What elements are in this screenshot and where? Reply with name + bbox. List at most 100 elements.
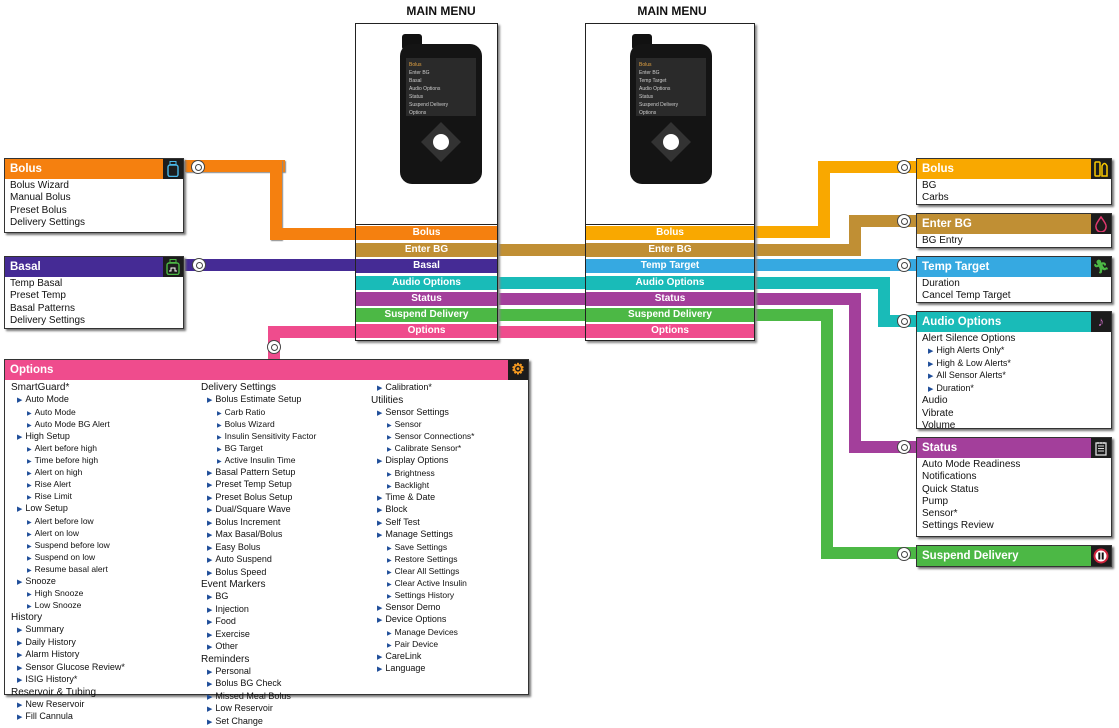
options-item[interactable]: Block [371,504,474,517]
options-item[interactable]: Missed Meal Bolus [201,691,316,704]
options-item[interactable]: Sensor Settings [371,407,474,420]
options-item[interactable]: High Setup [11,431,125,444]
list-item[interactable]: Volume [922,420,1106,432]
options-item[interactable]: Max Basal/Bolus [201,529,316,542]
options-item[interactable]: Sensor Demo [371,602,474,615]
options-item[interactable]: Manage Settings [371,529,474,542]
list-item[interactable]: BG [922,180,1106,192]
options-item[interactable]: Resume basal alert [11,564,125,576]
menu-item-status[interactable]: Status [356,292,497,306]
options-item[interactable]: Low Snooze [11,600,125,612]
options-item[interactable]: Calibration* [371,382,474,395]
options-item[interactable]: ISIG History* [11,674,125,687]
list-item[interactable]: Preset Bolus [10,205,178,217]
menu-item-enter-bg[interactable]: Enter BG [356,243,497,257]
options-item[interactable]: Brightness [371,468,474,480]
list-item[interactable]: Quick Status [922,484,1106,496]
options-item[interactable]: High Snooze [11,588,125,600]
options-item[interactable]: Restore Settings [371,554,474,566]
list-item[interactable]: All Sensor Alerts* [922,370,1106,383]
options-item[interactable]: New Reservoir [11,699,125,712]
options-item[interactable]: Fill Cannula [11,711,125,724]
options-item[interactable]: Food [201,616,316,629]
options-item[interactable]: Summary [11,624,125,637]
list-item[interactable]: Carbs [922,192,1106,204]
options-item[interactable]: Dual/Square Wave [201,504,316,517]
menu-item-temp-target[interactable]: Temp Target [586,259,754,273]
options-item[interactable]: Alert before low [11,516,125,528]
menu-item-audio-options[interactable]: Audio Options [586,276,754,290]
options-item[interactable]: Clear All Settings [371,566,474,578]
options-item[interactable]: Bolus Increment [201,517,316,530]
list-item[interactable]: Alert Silence Options [922,333,1106,345]
list-item[interactable]: Delivery Settings [10,315,178,327]
options-item[interactable]: CareLink [371,651,474,664]
options-item[interactable]: Display Options [371,455,474,468]
list-item[interactable]: Sensor* [922,508,1106,520]
options-item[interactable]: Save Settings [371,542,474,554]
options-item[interactable]: Alert on low [11,528,125,540]
list-item[interactable]: Vibrate [922,408,1106,420]
options-item[interactable]: Low Setup [11,503,125,516]
list-item[interactable]: Bolus Wizard [10,180,178,192]
list-item[interactable]: Duration [922,278,1106,290]
options-item[interactable]: Injection [201,604,316,617]
options-item[interactable]: Sensor Glucose Review* [11,662,125,675]
options-item[interactable]: Active Insulin Time [201,455,316,467]
options-item[interactable]: Self Test [371,517,474,530]
options-item[interactable]: Manage Devices [371,627,474,639]
list-item[interactable]: Temp Basal [10,278,178,290]
options-item[interactable]: Sensor Connections* [371,431,474,443]
menu-item-bolus[interactable]: Bolus [356,226,497,240]
options-item[interactable]: Device Options [371,614,474,627]
options-item[interactable]: Insulin Sensitivity Factor [201,431,316,443]
options-item[interactable]: Bolus BG Check [201,678,316,691]
menu-item-audio-options[interactable]: Audio Options [356,276,497,290]
options-item[interactable]: Auto Mode BG Alert [11,419,125,431]
options-item[interactable]: Other [201,641,316,654]
menu-item-enter-bg[interactable]: Enter BG [586,243,754,257]
menu-item-options[interactable]: Options [586,324,754,338]
list-item[interactable]: High Alerts Only* [922,345,1106,358]
list-item[interactable]: Manual Bolus [10,192,178,204]
options-item[interactable]: Basal Pattern Setup [201,467,316,480]
options-item[interactable]: Set Change [201,716,316,728]
list-item[interactable]: Audio [922,395,1106,407]
list-item[interactable]: Delivery Settings [10,217,178,229]
options-item[interactable]: BG Target [201,443,316,455]
menu-item-basal[interactable]: Basal [356,259,497,273]
options-item[interactable]: Auto Mode [11,394,125,407]
menu-item-options[interactable]: Options [356,324,497,338]
options-item[interactable]: Clear Active Insulin [371,578,474,590]
options-item[interactable]: Time & Date [371,492,474,505]
options-item[interactable]: Sensor [371,419,474,431]
options-item[interactable]: Pair Device [371,639,474,651]
menu-item-suspend-delivery[interactable]: Suspend Delivery [586,308,754,322]
options-item[interactable]: Bolus Wizard [201,419,316,431]
options-item[interactable]: Calibrate Sensor* [371,443,474,455]
list-item[interactable]: High & Low Alerts* [922,358,1106,371]
options-item[interactable]: Suspend on low [11,552,125,564]
options-item[interactable]: Rise Alert [11,479,125,491]
options-item[interactable]: Rise Limit [11,491,125,503]
options-item[interactable]: Personal [201,666,316,679]
list-item[interactable]: Duration* [922,383,1106,396]
options-item[interactable]: Bolus Estimate Setup [201,394,316,407]
options-item[interactable]: Backlight [371,480,474,492]
list-item[interactable]: Auto Mode Readiness [922,459,1106,471]
options-item[interactable]: Alert before high [11,443,125,455]
options-item[interactable]: BG [201,591,316,604]
options-item[interactable]: Carb Ratio [201,407,316,419]
options-item[interactable]: Auto Suspend [201,554,316,567]
options-item[interactable]: Auto Mode [11,407,125,419]
options-item[interactable]: Daily History [11,637,125,650]
options-item[interactable]: Snooze [11,576,125,589]
menu-item-bolus[interactable]: Bolus [586,226,754,240]
options-item[interactable]: Preset Bolus Setup [201,492,316,505]
list-item[interactable]: Cancel Temp Target [922,290,1106,302]
list-item[interactable]: Settings Review [922,520,1106,532]
list-item[interactable]: Notifications [922,471,1106,483]
menu-item-status[interactable]: Status [586,292,754,306]
options-item[interactable]: Alarm History [11,649,125,662]
options-item[interactable]: Preset Temp Setup [201,479,316,492]
